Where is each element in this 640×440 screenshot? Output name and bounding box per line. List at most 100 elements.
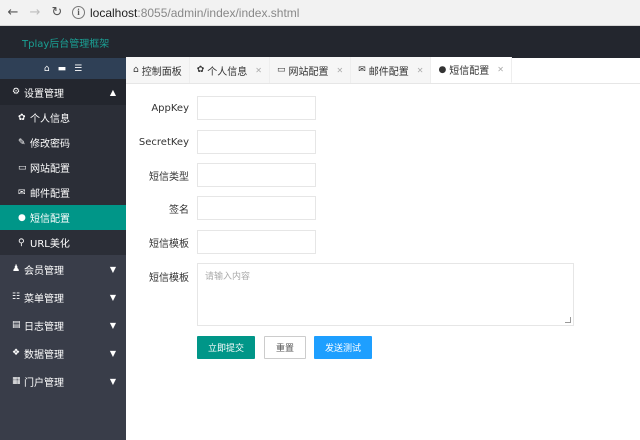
reset-button[interactable]: 重置: [264, 336, 306, 359]
menu-groups: ♟ 会员管理 ▼ ☷ 菜单管理 ▼ ▤ 日志管理 ▼ ❖ 数据管理 ▼ ▦ 门户…: [0, 255, 126, 395]
menu-group-members[interactable]: ♟ 会员管理 ▼: [0, 255, 126, 283]
settings-submenu: ✿ 个人信息 ✎ 修改密码 ▭ 网站配置 ✉ 邮件配置 ● 短信配置 ⚲ URL…: [0, 105, 126, 255]
envelope-icon: ✉: [18, 187, 26, 198]
gear-icon: ✿: [196, 65, 205, 75]
caret-down-icon: ▼: [109, 348, 116, 358]
tab-profile[interactable]: ✿ 个人信息 ✕: [189, 57, 270, 83]
field-label: AppKey: [151, 102, 189, 114]
address-bar[interactable]: i localhost:8055/admin/index/index.shtml: [72, 6, 299, 20]
back-icon[interactable]: ←: [4, 4, 22, 22]
menu-group-label: 设置管理: [24, 88, 64, 100]
field-label: SecretKey: [138, 136, 189, 148]
close-icon[interactable]: ✕: [497, 65, 504, 74]
home-icon: ⌂: [133, 65, 139, 75]
browser-toolbar: ← → ↻ i localhost:8055/admin/index/index…: [0, 0, 640, 26]
menu-group-label: 数据管理: [24, 349, 64, 361]
brand-title[interactable]: Tplay后台管理框架: [22, 35, 109, 50]
sidebar-item-sms-config[interactable]: ● 短信配置: [0, 205, 126, 230]
sidebar-item-label: 短信配置: [30, 214, 70, 225]
template-textarea[interactable]: 请输入内容: [197, 263, 574, 326]
textarea-placeholder: 请输入内容: [205, 272, 251, 282]
sidebar: ⌂ ▬ ☰ ⚙ 设置管理 ▲ ✿ 个人信息 ✎ 修改密码 ▭ 网站配置 ✉ 邮件…: [0, 58, 126, 440]
send-test-button[interactable]: 发送测试: [314, 336, 372, 359]
menu-group-label: 会员管理: [24, 265, 64, 277]
sidebar-item-label: 修改密码: [30, 139, 70, 150]
sidebar-item-label: 网站配置: [30, 164, 70, 175]
url-path: :8055/admin/index/index.shtml: [137, 5, 300, 20]
gears-icon: ⚙: [12, 87, 21, 97]
field-label: 短信模板: [149, 273, 189, 284]
tab-label: 短信配置: [449, 66, 490, 77]
close-icon[interactable]: ✕: [255, 66, 262, 75]
menu-icon[interactable]: ☰: [74, 64, 82, 74]
form-row-sms-type: 短信类型: [126, 163, 316, 187]
user-icon: ♟: [12, 264, 21, 274]
sidebar-item-mail-config[interactable]: ✉ 邮件配置: [0, 180, 126, 205]
form-row-appkey: AppKey: [126, 96, 316, 120]
home-icon[interactable]: ⌂: [44, 64, 50, 74]
forward-icon[interactable]: →: [26, 4, 44, 22]
tab-label: 个人信息: [207, 66, 248, 78]
field-label: 签名: [169, 204, 189, 216]
field-label: 短信模板: [149, 238, 189, 250]
app-header: Tplay后台管理框架: [0, 26, 640, 58]
menu-group-logs[interactable]: ▤ 日志管理 ▼: [0, 311, 126, 339]
caret-down-icon: ▼: [109, 264, 116, 274]
comment-icon: ●: [18, 212, 26, 223]
form-row-template-content: 短信模板 请输入内容: [126, 263, 574, 326]
tab-label: 控制面板: [141, 66, 182, 78]
sitemap-icon: ☷: [12, 292, 21, 302]
book-icon: ▤: [12, 320, 21, 330]
trash-icon[interactable]: ▬: [58, 64, 67, 74]
secretkey-input[interactable]: [197, 130, 316, 154]
form-row-secretkey: SecretKey: [126, 130, 316, 154]
menu-group-data[interactable]: ❖ 数据管理 ▼: [0, 339, 126, 367]
tab-site-config[interactable]: ▭ 网站配置 ✕: [269, 57, 352, 83]
sidebar-item-password[interactable]: ✎ 修改密码: [0, 130, 126, 155]
edit-icon: ✎: [18, 137, 26, 148]
signature-input[interactable]: [197, 196, 316, 220]
caret-down-icon: ▼: [109, 320, 116, 330]
form-row-signature: 签名: [126, 196, 316, 220]
menu-group-label: 菜单管理: [24, 293, 64, 305]
tab-sms-config[interactable]: ● 短信配置 ✕: [431, 57, 512, 83]
info-icon[interactable]: i: [72, 6, 85, 19]
grid-icon: ▦: [12, 376, 21, 386]
tab-mail-config[interactable]: ✉ 邮件配置 ✕: [351, 57, 432, 83]
caret-down-icon: ▼: [109, 292, 116, 302]
resize-handle-icon[interactable]: [565, 317, 571, 323]
url-host: localhost: [90, 5, 138, 20]
close-icon[interactable]: ✕: [336, 66, 343, 75]
tab-dashboard[interactable]: ⌂ 控制面板: [126, 57, 190, 83]
reload-icon[interactable]: ↻: [48, 4, 66, 22]
monitor-icon: ▭: [18, 162, 27, 173]
tab-label: 网站配置: [288, 66, 329, 78]
close-icon[interactable]: ✕: [417, 66, 424, 75]
sidebar-item-url-rewrite[interactable]: ⚲ URL美化: [0, 230, 126, 255]
tab-bar: ⌂ 控制面板 ✿ 个人信息 ✕ ▭ 网站配置 ✕ ✉ 邮件配置 ✕ ● 短信配置…: [126, 57, 640, 84]
sidebar-item-label: 邮件配置: [30, 189, 70, 200]
cubes-icon: ❖: [12, 348, 21, 358]
menu-group-label: 日志管理: [24, 321, 64, 333]
menu-group-label: 门户管理: [24, 377, 64, 389]
menu-group-portal[interactable]: ▦ 门户管理 ▼: [0, 367, 126, 395]
gear-icon: ✿: [18, 112, 26, 123]
appkey-input[interactable]: [197, 96, 316, 120]
link-icon: ⚲: [18, 237, 25, 248]
sidebar-item-label: 个人信息: [30, 114, 70, 125]
field-label: 短信类型: [149, 171, 189, 183]
sidebar-tools: ⌂ ▬ ☰: [0, 58, 126, 79]
menu-group-menus[interactable]: ☷ 菜单管理 ▼: [0, 283, 126, 311]
template-input[interactable]: [197, 230, 316, 254]
sidebar-item-site-config[interactable]: ▭ 网站配置: [0, 155, 126, 180]
tab-label: 邮件配置: [368, 66, 409, 78]
form-row-template: 短信模板: [126, 230, 316, 254]
monitor-icon: ▭: [276, 65, 286, 75]
submit-button[interactable]: 立即提交: [197, 336, 255, 359]
envelope-icon: ✉: [358, 65, 366, 75]
caret-up-icon: ▲: [109, 87, 116, 97]
menu-group-settings[interactable]: ⚙ 设置管理 ▲: [0, 79, 126, 105]
caret-down-icon: ▼: [109, 376, 116, 386]
sms-type-input[interactable]: [197, 163, 316, 187]
sidebar-item-profile[interactable]: ✿ 个人信息: [0, 105, 126, 130]
